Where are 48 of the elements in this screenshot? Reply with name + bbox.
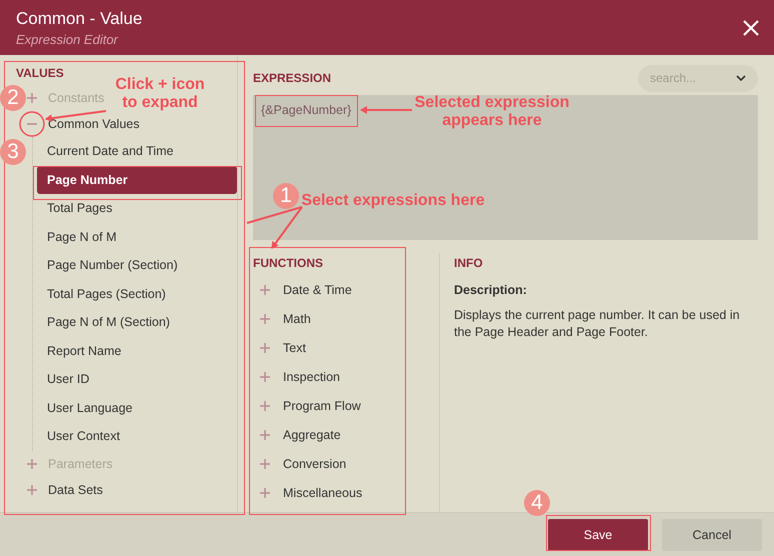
plus-icon[interactable] xyxy=(259,312,271,324)
close-icon[interactable] xyxy=(742,18,760,36)
annotation-note: Selected expression appears here xyxy=(414,94,570,130)
tree-item[interactable]: Data Sets xyxy=(48,482,103,496)
annotation-arrow xyxy=(246,206,303,249)
window-subtitle: Expression Editor xyxy=(16,32,120,46)
annotation-note: Select expressions here xyxy=(300,192,486,210)
tree-item[interactable]: Page N of M (Section) xyxy=(37,308,237,336)
tree-item[interactable]: Total Pages (Section) xyxy=(37,280,237,308)
annotation-arrow xyxy=(360,106,412,114)
plus-icon[interactable] xyxy=(259,342,271,354)
plus-icon[interactable] xyxy=(259,486,271,498)
tree-item[interactable]: User ID xyxy=(37,365,237,394)
description-text: Displays the current page number. It can be used in the Page Header and Page Footer. xyxy=(454,307,741,341)
function-category[interactable]: Program Flow xyxy=(283,398,361,412)
chevron-down-icon[interactable] xyxy=(736,74,746,82)
plus-icon[interactable] xyxy=(259,400,271,412)
highlight-circle xyxy=(19,111,45,137)
tree-item[interactable]: Page Number xyxy=(37,166,237,194)
cancel-button[interactable]: Cancel xyxy=(662,518,762,550)
plus-icon[interactable] xyxy=(259,370,271,382)
function-category[interactable]: Date & Time xyxy=(283,282,352,296)
function-category[interactable]: Aggregate xyxy=(283,428,341,442)
description-label: Description: xyxy=(454,283,528,297)
plus-icon[interactable] xyxy=(26,484,38,496)
section-heading: VALUES xyxy=(16,65,64,82)
tree-item[interactable]: Report Name xyxy=(37,336,237,365)
section-heading: FUNCTIONS xyxy=(253,255,323,272)
plus-icon[interactable] xyxy=(259,458,271,470)
annotation-note: Click + icon to expand xyxy=(114,76,206,112)
tree-item[interactable]: Total Pages xyxy=(37,194,237,222)
function-category[interactable]: Text xyxy=(283,340,306,354)
tree-item[interactable]: Common Values xyxy=(48,117,140,131)
function-category[interactable]: Conversion xyxy=(283,456,346,470)
plus-icon[interactable] xyxy=(259,284,271,296)
plus-icon[interactable] xyxy=(259,428,271,440)
tree-item[interactable]: Current Date and Time xyxy=(37,137,237,166)
function-category[interactable]: Math xyxy=(283,312,311,326)
tree-item[interactable]: User Language xyxy=(37,394,237,422)
window-title: Common - Value xyxy=(16,8,142,28)
function-category[interactable]: Miscellaneous xyxy=(283,486,362,500)
save-button[interactable]: Save xyxy=(548,518,648,550)
function-category[interactable]: Inspection xyxy=(283,370,340,384)
section-heading: INFO xyxy=(454,255,483,272)
tree-item[interactable]: User Context xyxy=(37,422,237,450)
tree-item[interactable]: Page N of M xyxy=(37,222,237,251)
section-heading: EXPRESSION xyxy=(253,70,332,87)
tree-item[interactable]: Page Number (Section) xyxy=(37,251,237,280)
